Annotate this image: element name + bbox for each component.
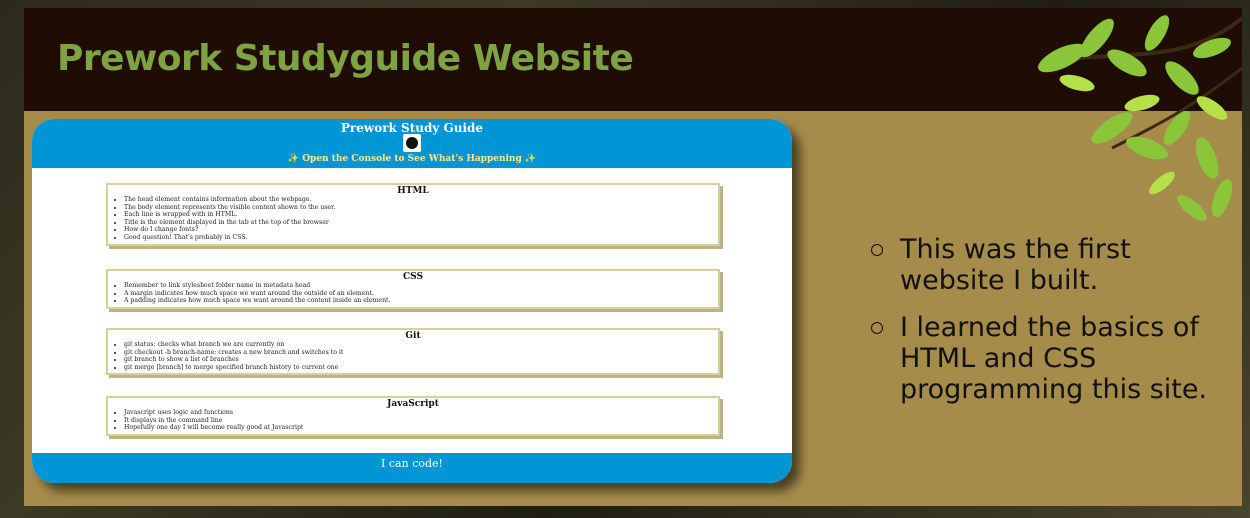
- list-item: git status: checks what branch we are cu…: [124, 341, 718, 349]
- card-html: HTML The head element contains informati…: [106, 183, 720, 246]
- cat-icon: [403, 134, 421, 152]
- website-screenshot: Prework Study Guide ✨ Open the Console t…: [32, 119, 792, 483]
- list-item: Title is the element displayed in the ta…: [124, 219, 718, 227]
- list-item: Each line is wrapped with in HTML.: [124, 211, 718, 219]
- site-footer: I can code!: [32, 453, 792, 483]
- list-item: It displays in the command line: [124, 417, 718, 425]
- list-item: How do I change fonts?: [124, 226, 718, 234]
- bullet-item: This was the first website I built.: [870, 234, 1230, 296]
- card-heading: JavaScript: [387, 399, 439, 409]
- slide: Prework Studyguide Website Prework Study…: [24, 8, 1242, 506]
- card-css: CSS Remember to link stylesheet folder n…: [106, 269, 720, 309]
- slide-bullets: This was the first website I built. I le…: [870, 234, 1230, 421]
- circle-bullet-icon: [871, 322, 883, 334]
- list-item: git checkout -b branch-name: creates a n…: [124, 349, 718, 357]
- list-item: Good question! That's probably in CSS.: [124, 234, 718, 242]
- list-item: git branch to show a list of branches: [124, 356, 718, 364]
- card-heading: Git: [405, 331, 421, 341]
- circle-bullet-icon: [871, 244, 883, 256]
- list-item: A margin indicates how much space we wan…: [124, 290, 718, 298]
- site-subtitle: ✨ Open the Console to See What's Happeni…: [287, 154, 537, 164]
- list-item: The body element represents the visible …: [124, 204, 718, 212]
- site-title: Prework Study Guide: [340, 121, 484, 135]
- card-heading: HTML: [397, 186, 429, 196]
- bullet-text: This was the first website I built.: [900, 234, 1131, 296]
- card-javascript: JavaScript Javascript uses logic and fun…: [106, 396, 720, 436]
- slide-title: Prework Studyguide Website: [57, 38, 634, 79]
- list-item: git merge [branch] to merge specified br…: [124, 364, 718, 372]
- list-item: Javascript uses logic and functions: [124, 409, 718, 417]
- card-git: Git git status: checks what branch we ar…: [106, 328, 720, 376]
- leaves-image: [1038, 15, 1242, 221]
- list-item: The head element contains information ab…: [124, 196, 718, 204]
- list-item: A padding indicates how much space we wa…: [124, 297, 718, 305]
- site-header: Prework Study Guide ✨ Open the Console t…: [32, 119, 792, 168]
- list-item: Hopefully one day I will become really g…: [124, 424, 718, 432]
- list-item: Remember to link stylesheet folder name …: [124, 282, 718, 290]
- card-heading: CSS: [403, 272, 423, 282]
- bullet-item: I learned the basics of HTML and CSS pro…: [870, 312, 1230, 405]
- footer-text: I can code!: [381, 457, 443, 470]
- bullet-text: I learned the basics of HTML and CSS pro…: [900, 312, 1208, 405]
